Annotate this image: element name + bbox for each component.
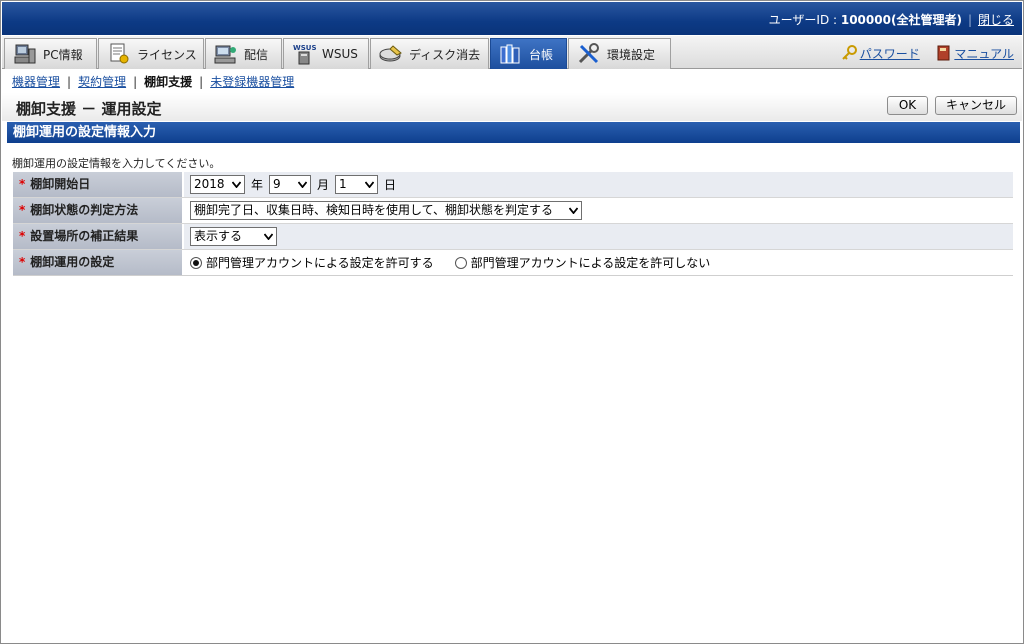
chevron-down-icon (365, 181, 375, 188)
page-title: 棚卸支援 － 運用設定 (16, 100, 162, 118)
correction-select[interactable]: 表示する (190, 227, 277, 246)
tab-license[interactable]: ライセンス (98, 38, 204, 69)
radio-deny-department[interactable]: 部門管理アカウントによる設定を許可しない (454, 254, 711, 271)
ledger-icon (499, 43, 523, 65)
main-tabs: PC情報 ライセンス 配信 WSUS WSUS ディスク消去 台帳 環境設定 パ… (2, 36, 1022, 69)
field-label: * 棚卸状態の判定方法 (13, 198, 183, 223)
form-bottom-divider (13, 275, 1013, 276)
subnav-divider: | (67, 75, 72, 89)
pc-icon (13, 43, 37, 65)
header-divider: | (967, 13, 972, 27)
app-window: ユーザーID : 100000(全社管理者) | 閉じる PC情報 ライセンス 配信… (0, 0, 1024, 644)
field-value: 部門管理アカウントによる設定を許可する 部門管理アカウントによる設定を許可しない (184, 250, 1013, 275)
field-label: * 棚卸運用の設定 (13, 250, 183, 275)
user-id-label: ユーザーID : (768, 13, 841, 27)
tab-settings[interactable]: 環境設定 (568, 38, 671, 69)
radio-deny-label: 部門管理アカウントによる設定を許可しない (470, 256, 711, 270)
delivery-icon (214, 43, 238, 65)
tab-label: 配信 (244, 47, 269, 62)
judge-method-select[interactable]: 棚卸完了日、収集日時、検知日時を使用して、棚卸状態を判定する (190, 201, 582, 220)
year-select[interactable]: 2018 (190, 175, 245, 194)
year-unit: 年 (251, 178, 264, 192)
chevron-down-icon (298, 181, 308, 188)
month-unit: 月 (317, 178, 330, 192)
tab-disk-erase[interactable]: ディスク消去 (370, 38, 489, 69)
radio-allow-department[interactable]: 部門管理アカウントによる設定を許可する (190, 254, 434, 271)
tab-label: ディスク消去 (409, 47, 481, 62)
disk-erase-icon (379, 43, 403, 65)
field-label-text: 設置場所の補正結果 (30, 229, 139, 243)
field-label-text: 棚卸開始日 (30, 177, 91, 191)
field-label: * 棚卸開始日 (13, 172, 183, 197)
tab-label: 環境設定 (607, 47, 656, 62)
radio-unchecked-icon (454, 256, 467, 269)
top-header: ユーザーID : 100000(全社管理者) | 閉じる (2, 2, 1022, 35)
user-info: ユーザーID : 100000(全社管理者) | 閉じる (769, 11, 1014, 28)
field-value: 表示する (184, 224, 1013, 249)
month-select[interactable]: 9 (269, 175, 312, 194)
subnav-divider: | (133, 75, 138, 89)
subnav-divider: | (199, 75, 204, 89)
page-title-bar: 棚卸支援 － 運用設定 OK キャンセル (2, 93, 1022, 121)
password-link[interactable]: パスワード (860, 47, 920, 61)
settings-tools-icon (577, 43, 601, 65)
tab-delivery[interactable]: 配信 (205, 38, 282, 69)
svg-text:WSUS: WSUS (293, 44, 316, 52)
settings-form: * 棚卸開始日 2018 年 9 月 1 日 * 棚卸状態の判定方法 棚卸完了日… (13, 172, 1013, 276)
year-select-value: 2018 (194, 177, 225, 191)
field-label: * 設置場所の補正結果 (13, 224, 183, 249)
tab-label: PC情報 (43, 47, 83, 62)
tab-label: 台帳 (529, 47, 554, 62)
required-mark: * (19, 177, 26, 191)
required-mark: * (19, 255, 26, 269)
close-link[interactable]: 閉じる (978, 13, 1014, 27)
section-header: 棚卸運用の設定情報入力 (7, 122, 1020, 143)
instruction-text: 棚卸運用の設定情報を入力してください。 (12, 157, 221, 170)
form-row-location-correction: * 設置場所の補正結果 表示する (13, 224, 1013, 250)
cancel-button[interactable]: キャンセル (935, 96, 1017, 115)
judge-method-value: 棚卸完了日、収集日時、検知日時を使用して、棚卸状態を判定する (194, 203, 554, 217)
field-value: 2018 年 9 月 1 日 (184, 172, 1013, 197)
tab-label: ライセンス (137, 47, 197, 62)
tab-ledger[interactable]: 台帳 (490, 38, 567, 69)
subnav-contract-management[interactable]: 契約管理 (78, 75, 126, 89)
subnav-inventory-support: 棚卸支援 (144, 75, 193, 89)
key-icon (841, 45, 857, 64)
form-row-start-date: * 棚卸開始日 2018 年 9 月 1 日 (13, 172, 1013, 198)
day-select-value: 1 (339, 177, 347, 191)
radio-allow-label: 部門管理アカウントによる設定を許可する (206, 256, 434, 270)
sub-navigation: 機器管理 | 契約管理 | 棚卸支援 | 未登録機器管理 (12, 73, 294, 90)
manual-link[interactable]: マニュアル (954, 47, 1014, 61)
chevron-down-icon (569, 207, 578, 214)
required-mark: * (19, 229, 26, 243)
field-value: 棚卸完了日、収集日時、検知日時を使用して、棚卸状態を判定する (184, 198, 1013, 223)
form-row-judge-method: * 棚卸状態の判定方法 棚卸完了日、収集日時、検知日時を使用して、棚卸状態を判定す… (13, 198, 1013, 224)
manual-book-icon (937, 45, 951, 64)
chevron-down-icon (264, 233, 273, 240)
tab-label: WSUS (322, 47, 358, 61)
field-label-text: 棚卸運用の設定 (30, 255, 115, 269)
radio-checked-icon (190, 256, 202, 269)
required-mark: * (19, 203, 26, 217)
license-icon (107, 43, 131, 65)
subnav-unregistered-devices[interactable]: 未登録機器管理 (210, 75, 294, 89)
correction-value: 表示する (194, 229, 243, 243)
tab-pc-info[interactable]: PC情報 (4, 38, 97, 69)
chevron-down-icon (232, 181, 241, 188)
field-label-text: 棚卸状態の判定方法 (30, 203, 139, 217)
tab-wsus[interactable]: WSUS WSUS (283, 38, 369, 69)
user-id-value: 100000(全社管理者) (840, 13, 962, 27)
ok-button[interactable]: OK (887, 96, 928, 115)
month-select-value: 9 (273, 177, 281, 191)
day-select[interactable]: 1 (335, 175, 379, 194)
day-unit: 日 (384, 178, 397, 192)
form-row-operation-setting: * 棚卸運用の設定 部門管理アカウントによる設定を許可する 部門管理アカウントによ… (13, 250, 1013, 276)
subnav-device-management[interactable]: 機器管理 (12, 75, 60, 89)
wsus-icon: WSUS (292, 43, 317, 65)
utility-links: パスワード マニュアル (841, 45, 1014, 64)
